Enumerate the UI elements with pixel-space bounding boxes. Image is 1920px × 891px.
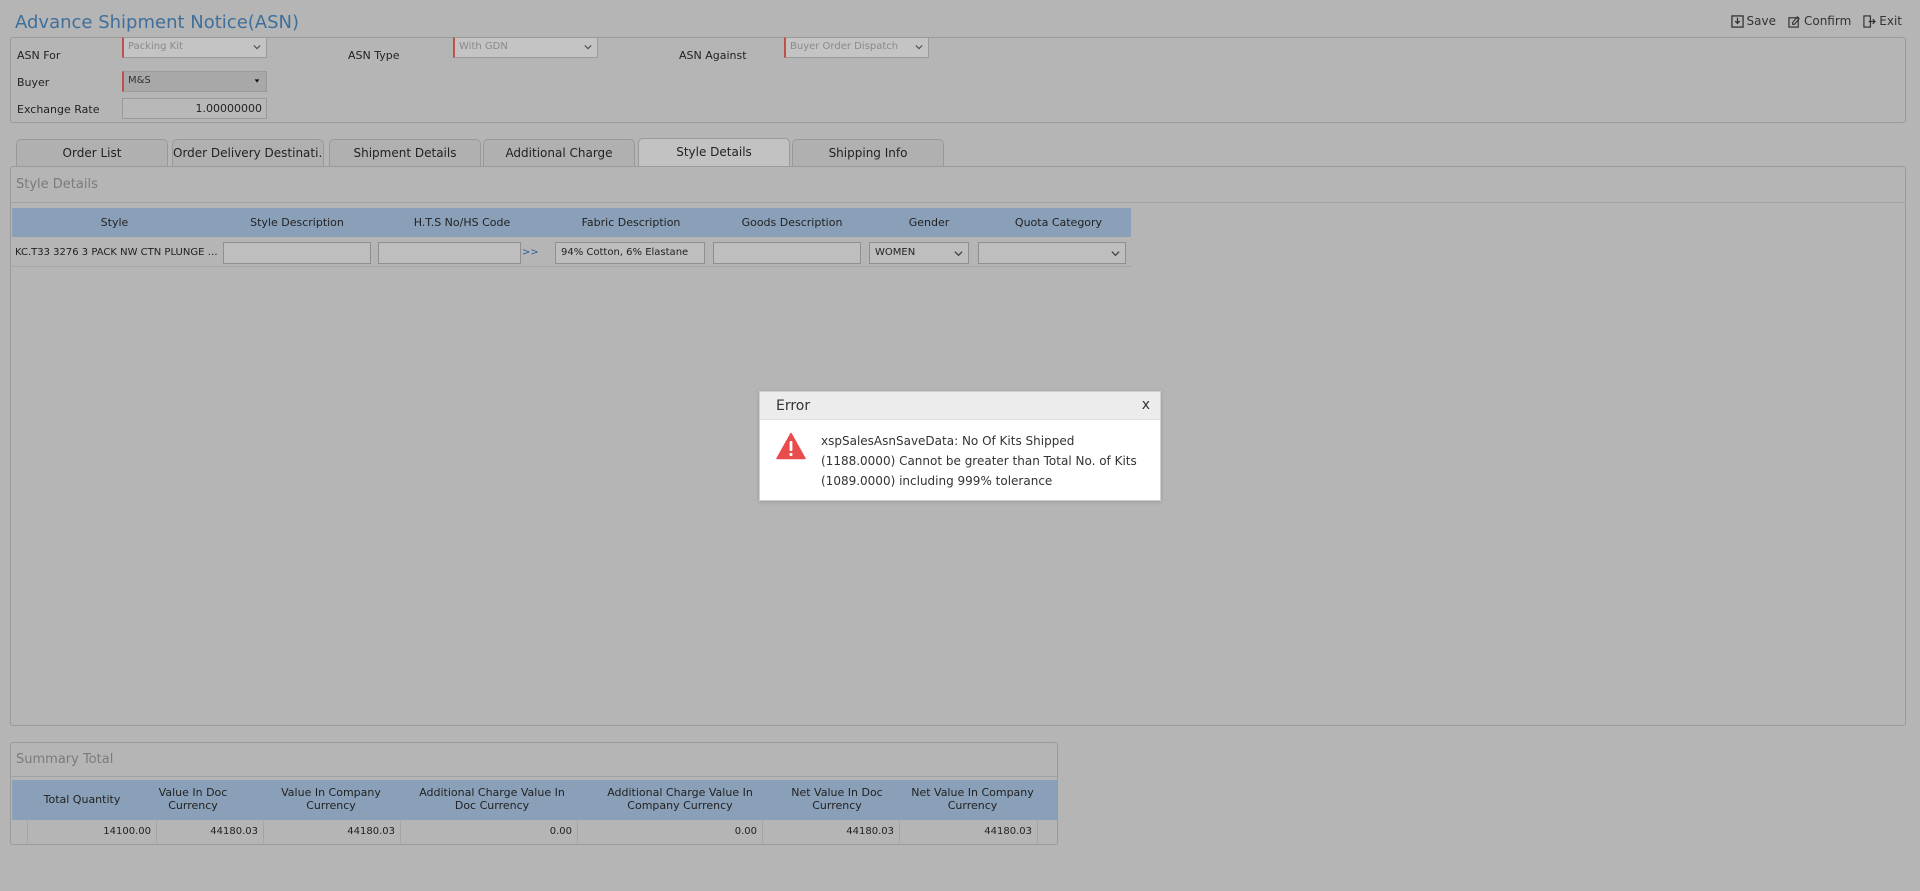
dialog-title: Error	[776, 398, 811, 414]
col-fabric-description: Fabric Description	[581, 216, 681, 229]
asn-type-label: ASN Type	[348, 49, 400, 62]
tab-additional-charge[interactable]: Additional Charge	[483, 139, 635, 166]
caret-down-icon	[254, 79, 260, 83]
style-details-title: Style Details	[16, 177, 98, 192]
col-value-company: Value In Company Currency	[281, 786, 381, 812]
tab-order-list[interactable]: Order List	[16, 139, 168, 166]
col-style-description: Style Description	[250, 216, 344, 229]
confirm-icon	[1788, 15, 1800, 28]
quota-category-select[interactable]	[978, 242, 1126, 264]
asn-header-form: ASN For Packing Kit ASN Type With GDN AS…	[10, 37, 1906, 123]
exchange-rate-input[interactable]: 1.00000000	[122, 98, 267, 119]
save-icon	[1730, 14, 1744, 28]
gender-value: WOMEN	[875, 247, 916, 258]
save-label: Save	[1746, 14, 1776, 28]
col-hts-code: H.T.S No/HS Code	[413, 216, 511, 229]
summary-title: Summary Total	[16, 752, 114, 767]
style-description-input[interactable]	[223, 242, 371, 264]
col-net-doc: Net Value In Doc Currency	[791, 786, 883, 812]
value-company-value: 44180.03	[347, 826, 395, 837]
summary-row: 14100.00 44180.03 44180.03 0.00 0.00 441…	[12, 821, 1057, 843]
tab-order-delivery-destination[interactable]: Order Delivery Destinati...	[172, 139, 324, 166]
total-quantity-value: 14100.00	[103, 826, 151, 837]
asn-for-select[interactable]: Packing Kit	[122, 37, 267, 58]
buyer-select[interactable]: M&S	[122, 71, 267, 92]
chevron-down-icon	[915, 44, 923, 50]
toolbar: Save Confirm Exit	[1730, 14, 1902, 28]
style-cell: KC.T33 3276 3 PACK NW CTN PLUNGE O...	[15, 247, 220, 258]
gender-select[interactable]: WOMEN	[869, 242, 969, 264]
net-doc-value: 44180.03	[846, 826, 894, 837]
col-addl-charge-company: Additional Charge Value In Company Curre…	[607, 786, 753, 812]
col-addl-charge-doc: Additional Charge Value In Doc Currency	[419, 786, 565, 812]
net-company-value: 44180.03	[984, 826, 1032, 837]
asn-against-label: ASN Against	[679, 49, 747, 62]
error-dialog: Error x xspSalesAsnSaveData: No Of Kits …	[759, 391, 1161, 501]
divider	[1037, 821, 1038, 843]
confirm-label: Confirm	[1803, 14, 1852, 28]
summary-total-panel: Summary Total Total Quantity Value In Do…	[10, 742, 1058, 845]
warning-icon	[776, 432, 806, 460]
asn-type-value: With GDN	[459, 41, 508, 52]
chevron-down-icon	[954, 251, 963, 257]
divider	[11, 202, 1905, 203]
save-button[interactable]: Save	[1730, 14, 1776, 28]
summary-header: Total Quantity Value In Doc Currency Val…	[12, 780, 1057, 820]
confirm-button[interactable]: Confirm	[1788, 14, 1851, 28]
value-doc-value: 44180.03	[210, 826, 258, 837]
asn-for-label: ASN For	[17, 49, 61, 62]
dialog-header: Error x	[760, 392, 1160, 420]
error-message: xspSalesAsnSaveData: No Of Kits Shipped …	[821, 434, 1137, 488]
buyer-label: Buyer	[17, 76, 50, 89]
col-total-quantity: Total Quantity	[43, 793, 121, 806]
col-net-company: Net Value In Company Currency	[911, 786, 1034, 812]
exchange-rate-label: Exchange Rate	[17, 103, 100, 116]
asn-type-select[interactable]: With GDN	[453, 37, 598, 58]
fabric-description-input[interactable]: 94% Cotton, 6% Elastane	[555, 242, 705, 264]
hts-code-input[interactable]	[378, 242, 521, 264]
asn-for-value: Packing Kit	[128, 41, 183, 52]
chevron-down-icon	[584, 44, 592, 50]
tab-style-details[interactable]: Style Details	[638, 138, 790, 166]
addl-charge-company-value: 0.00	[734, 826, 757, 837]
col-gender: Gender	[908, 216, 950, 229]
asn-against-select[interactable]: Buyer Order Dispatch	[784, 37, 929, 58]
hts-lookup-link[interactable]: >>	[522, 247, 539, 258]
asn-page: Advance Shipment Notice(ASN) Save Confir…	[0, 0, 1920, 891]
divider	[11, 776, 1057, 777]
chevron-down-icon	[1111, 251, 1120, 257]
exit-label: Exit	[1879, 14, 1902, 28]
addl-charge-doc-value: 0.00	[549, 826, 572, 837]
col-value-doc: Value In Doc Currency	[158, 786, 228, 812]
col-style: Style	[100, 216, 129, 229]
col-goods-description: Goods Description	[741, 216, 843, 229]
exit-button[interactable]: Exit	[1863, 14, 1902, 28]
close-button[interactable]: x	[1142, 397, 1150, 413]
buyer-value: M&S	[128, 75, 151, 86]
tab-shipping-info[interactable]: Shipping Info	[792, 139, 944, 166]
table-row: KC.T33 3276 3 PACK NW CTN PLUNGE O... >>…	[12, 239, 1131, 267]
style-grid-header: Style Style Description H.T.S No/HS Code…	[12, 208, 1131, 237]
col-quota-category: Quota Category	[1014, 216, 1103, 229]
chevron-down-icon	[253, 44, 261, 50]
tab-shipment-details[interactable]: Shipment Details	[329, 139, 481, 166]
page-title: Advance Shipment Notice(ASN)	[15, 12, 300, 33]
exit-icon	[1863, 14, 1877, 28]
goods-description-input[interactable]	[713, 242, 861, 264]
asn-against-value: Buyer Order Dispatch	[790, 41, 899, 52]
